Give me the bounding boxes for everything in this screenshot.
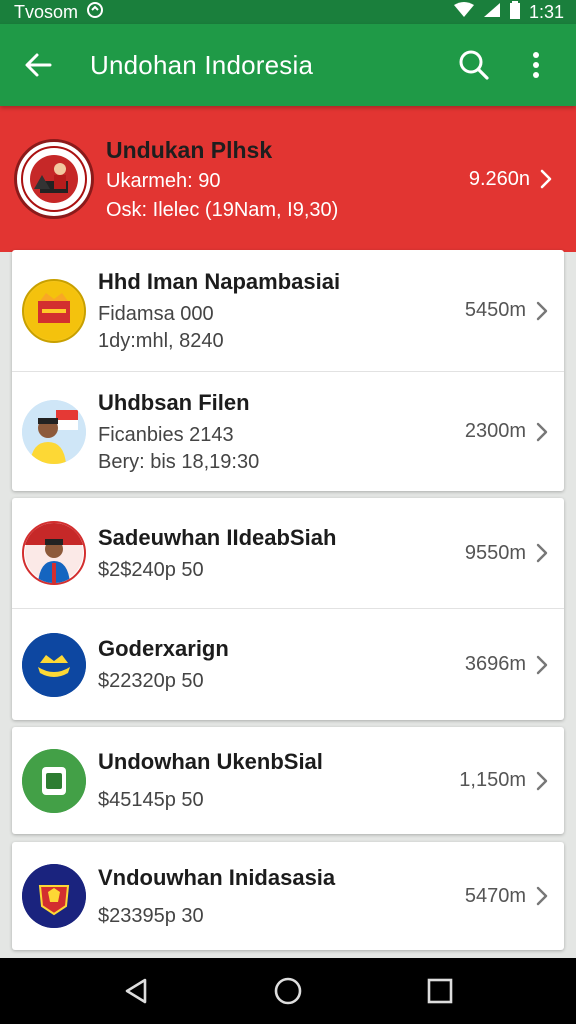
featured-amount: 9.260n	[468, 167, 530, 190]
status-carrier: Tvosom	[14, 1, 79, 22]
item-amount: 9550m	[464, 541, 526, 564]
item-amount: 5450m	[464, 299, 526, 321]
list-item[interactable]: Hhd Iman Napambasiai Fidamsa 000 1dy:mhl…	[12, 250, 564, 371]
back-arrow-icon	[25, 53, 52, 77]
item-line-1: $2$240p 50	[98, 558, 204, 581]
card-group-4: Vndouwhan Inidasasia $23395p 30 5470m	[12, 842, 564, 950]
status-clock: 1:31	[528, 1, 564, 22]
featured-logo	[14, 139, 94, 219]
status-left: Tvosom	[14, 1, 104, 24]
item-avatar	[22, 278, 86, 343]
item-avatar	[22, 748, 86, 813]
chevron-right-icon	[536, 301, 548, 321]
more-vert-icon	[533, 52, 539, 78]
list-item[interactable]: Vndouwhan Inidasasia $23395p 30 5470m	[12, 842, 564, 950]
item-amount: 5470m	[464, 884, 526, 907]
page-title: Undohan Indoresia	[90, 49, 314, 80]
search-button[interactable]	[452, 43, 496, 87]
sync-icon	[86, 1, 104, 24]
chevron-right-icon	[536, 655, 548, 675]
item-text: Hhd Iman Napambasiai Fidamsa 000 1dy:mhl…	[98, 269, 465, 353]
item-title: Undowhan UkenbSial	[98, 749, 323, 774]
item-line-1: Ficanbies 2143	[98, 423, 234, 446]
nav-home-icon	[274, 977, 302, 1005]
list-item[interactable]: Goderxarign $22320p 50 3696m	[12, 608, 564, 720]
item-line-2: 1dy:mhl, 8240	[98, 329, 224, 352]
item-text: Goderxarign $22320p 50	[98, 636, 465, 693]
nav-recents-button[interactable]	[415, 966, 465, 1016]
chevron-right-icon	[536, 422, 548, 442]
battery-icon	[509, 0, 521, 24]
item-title: Sadeuwhan IIdeabSiah	[98, 524, 337, 550]
item-line-2: Bery: bis 18,19:30	[98, 450, 260, 473]
featured-title: Undukan Plhsk	[106, 136, 273, 163]
chevron-right-icon	[536, 543, 548, 563]
list-item[interactable]: Undowhan UkenbSial $45145p 50 1,150m	[12, 727, 564, 834]
app-bar: Undohan Indoresia	[0, 24, 576, 106]
nav-recents-icon	[427, 978, 453, 1004]
nav-back-button[interactable]	[111, 966, 161, 1016]
item-avatar	[22, 632, 86, 697]
featured-subtitle: Ukarmeh: 90	[106, 169, 221, 192]
nav-back-icon	[125, 978, 147, 1004]
item-text: Uhdbsan Filen Ficanbies 2143 Bery: bis 1…	[98, 390, 465, 474]
item-text: Vndouwhan Inidasasia $23395p 30	[98, 865, 465, 928]
list-item[interactable]: Sadeuwhan IIdeabSiah $2$240p 50 9550m	[12, 498, 564, 608]
item-line-1: $45145p 50	[98, 789, 204, 811]
item-avatar	[22, 521, 86, 585]
featured-info: Undukan Plhsk Ukarmeh: 90 Osk: Ilelec (1…	[106, 137, 469, 222]
card-group-2: Sadeuwhan IIdeabSiah $2$240p 50 9550m Go…	[12, 498, 564, 720]
featured-meta: Osk: Ilelec (19Nam, I9,30)	[106, 198, 339, 221]
item-amount: 3696m	[464, 653, 526, 675]
status-right: 1:31	[453, 0, 564, 24]
chevron-right-icon	[536, 771, 548, 791]
back-button[interactable]	[18, 45, 58, 85]
search-icon	[459, 50, 489, 80]
item-title: Goderxarign	[98, 636, 229, 661]
chevron-right-icon	[540, 169, 552, 189]
system-nav-bar	[0, 958, 576, 1024]
item-amount: 2300m	[464, 420, 526, 442]
chevron-right-icon	[536, 886, 548, 906]
list-item[interactable]: Uhdbsan Filen Ficanbies 2143 Bery: bis 1…	[12, 371, 564, 491]
item-amount: 1,150m	[459, 769, 526, 791]
wifi-icon	[453, 1, 475, 23]
more-options-button[interactable]	[514, 43, 558, 87]
card-group-3: Undowhan UkenbSial $45145p 50 1,150m	[12, 727, 564, 834]
featured-item[interactable]: Undukan Plhsk Ukarmeh: 90 Osk: Ilelec (1…	[0, 106, 576, 252]
item-text: Undowhan UkenbSial $45145p 50	[98, 749, 459, 812]
item-line-1: Fidamsa 000	[98, 302, 214, 325]
item-avatar	[22, 864, 86, 928]
item-line-1: $23395p 30	[98, 904, 204, 927]
nav-home-button[interactable]	[263, 966, 313, 1016]
status-bar: Tvosom 1:31	[0, 0, 576, 24]
item-title: Uhdbsan Filen	[98, 389, 250, 415]
item-text: Sadeuwhan IIdeabSiah $2$240p 50	[98, 525, 465, 582]
item-title: Hhd Iman Napambasiai	[98, 268, 341, 294]
item-title: Vndouwhan Inidasasia	[98, 864, 336, 890]
signal-icon	[483, 2, 501, 23]
item-line-1: $22320p 50	[98, 670, 204, 692]
card-group-1: Hhd Iman Napambasiai Fidamsa 000 1dy:mhl…	[12, 250, 564, 491]
item-avatar	[22, 399, 86, 464]
